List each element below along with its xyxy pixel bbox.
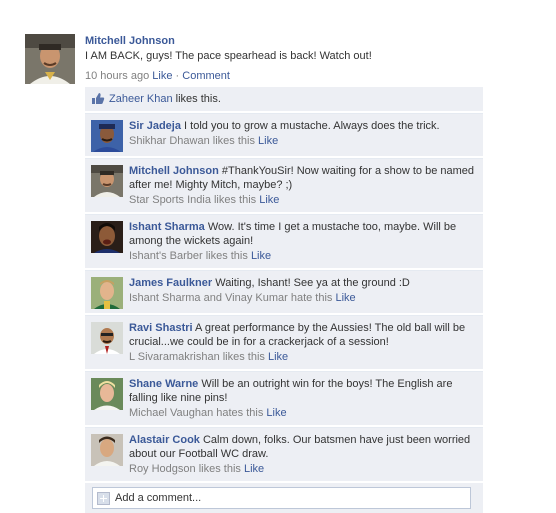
comment-item: Ravi Shastri A great performance by the … <box>85 315 483 369</box>
add-comment-box[interactable] <box>92 487 471 509</box>
commenter-name[interactable]: Alastair Cook <box>129 434 200 446</box>
comment-item: Shane Warne Will be an outright win for … <box>85 371 483 425</box>
reaction-text: Roy Hodgson likes this <box>129 463 241 475</box>
commenter-avatar[interactable] <box>91 120 123 152</box>
comment-button[interactable]: Comment <box>182 70 230 82</box>
comment-reaction: Star Sports India likes this Like <box>129 193 477 207</box>
commenter-avatar[interactable] <box>91 277 123 309</box>
reaction-text: L Sivaramakrishan likes this <box>129 351 265 363</box>
reaction-text: Ishant Sharma and Vinay Kumar hate this <box>129 292 333 304</box>
comment-text: Waiting, Ishant! See ya at the ground :D <box>215 277 410 289</box>
post-author-link[interactable]: Mitchell Johnson <box>85 34 525 48</box>
commenter-name[interactable]: James Faulkner <box>129 277 212 289</box>
like-button[interactable]: Like <box>152 70 172 82</box>
likes-summary: Zaheer Khan likes this. <box>85 87 483 111</box>
avatar-portrait-icon <box>25 34 75 84</box>
commenter-name[interactable]: Shane Warne <box>129 378 198 390</box>
add-comment-icon <box>97 492 110 505</box>
reaction-text: Star Sports India likes this <box>129 194 257 206</box>
likes-suffix: likes this. <box>175 93 221 105</box>
comment-text: I told you to grow a mustache. Always do… <box>184 120 440 132</box>
comment-list: Sir Jadeja I told you to grow a mustache… <box>85 113 483 481</box>
add-comment-input[interactable] <box>115 488 455 508</box>
commenter-avatar[interactable] <box>91 322 123 354</box>
commenter-avatar[interactable] <box>91 378 123 410</box>
comment-reaction: Ishant's Barber likes this Like <box>129 249 477 263</box>
comment-item: James Faulkner Waiting, Ishant! See ya a… <box>85 270 483 313</box>
comment-like-button[interactable]: Like <box>251 250 271 262</box>
comment-like-button[interactable]: Like <box>268 351 288 363</box>
avatar[interactable] <box>25 34 75 84</box>
comment-like-button[interactable]: Like <box>335 292 355 304</box>
liker-link[interactable]: Zaheer Khan <box>109 93 173 105</box>
comment-reaction: L Sivaramakrishan likes this Like <box>129 350 477 364</box>
commenter-avatar[interactable] <box>91 165 123 197</box>
commenter-name[interactable]: Ravi Shastri <box>129 322 193 334</box>
add-comment-row <box>85 483 483 513</box>
commenter-name[interactable]: Sir Jadeja <box>129 120 181 132</box>
commenter-name[interactable]: Mitchell Johnson <box>129 165 219 177</box>
meta-separator: · <box>175 70 180 82</box>
comment-like-button[interactable]: Like <box>259 194 279 206</box>
post-timestamp[interactable]: 10 hours ago <box>85 70 149 82</box>
comment-item: Alastair Cook Calm down, folks. Our bats… <box>85 427 483 481</box>
commenter-avatar[interactable] <box>91 221 123 253</box>
comment-reaction: Shikhar Dhawan likes this Like <box>129 134 477 148</box>
commenter-name[interactable]: Ishant Sharma <box>129 221 205 233</box>
comment-like-button[interactable]: Like <box>244 463 264 475</box>
feedback-panel: Zaheer Khan likes this. Sir Jadeja I tol… <box>85 87 483 513</box>
reaction-text: Michael Vaughan hates this <box>129 407 264 419</box>
reaction-text: Ishant's Barber likes this <box>129 250 248 262</box>
comment-reaction: Roy Hodgson likes this Like <box>129 462 477 476</box>
comment-like-button[interactable]: Like <box>258 135 278 147</box>
comment-item: Sir Jadeja I told you to grow a mustache… <box>85 113 483 156</box>
post-meta: 10 hours ago Like · Comment <box>85 69 525 83</box>
thumbs-up-icon <box>91 90 105 104</box>
comment-reaction: Ishant Sharma and Vinay Kumar hate this … <box>129 291 477 305</box>
comment-item: Mitchell Johnson #ThankYouSir! Now waiti… <box>85 158 483 212</box>
comment-item: Ishant Sharma Wow. It's time I get a mus… <box>85 214 483 268</box>
commenter-avatar[interactable] <box>91 434 123 466</box>
reaction-text: Shikhar Dhawan likes this <box>129 135 255 147</box>
comment-like-button[interactable]: Like <box>266 407 286 419</box>
post-text: I AM BACK, guys! The pace spearhead is b… <box>85 50 372 62</box>
comment-reaction: Michael Vaughan hates this Like <box>129 406 477 420</box>
